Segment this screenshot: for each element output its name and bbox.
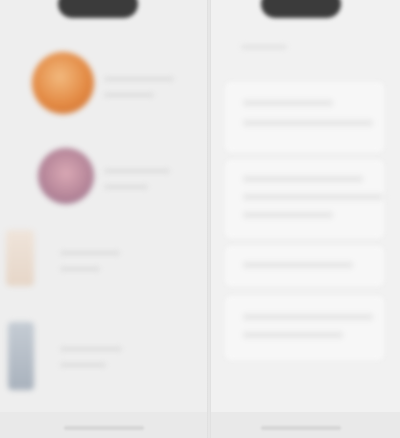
avatar — [32, 52, 94, 114]
card-line — [243, 120, 373, 126]
card[interactable] — [225, 82, 384, 152]
list-item-line — [104, 92, 154, 98]
card-line — [243, 314, 373, 320]
list-item[interactable] — [0, 222, 207, 302]
card-line — [243, 100, 333, 106]
list-item-line — [104, 76, 174, 82]
card[interactable] — [225, 246, 384, 286]
list-item[interactable] — [0, 138, 207, 218]
home-indicator[interactable] — [261, 426, 341, 430]
left-panel — [0, 0, 207, 438]
list-item[interactable] — [0, 40, 207, 130]
right-panel — [211, 0, 400, 438]
camera-notch — [58, 0, 138, 18]
card-line — [243, 332, 343, 338]
list-item-line — [104, 184, 148, 190]
card-line — [243, 194, 383, 200]
list-item-line — [60, 250, 120, 256]
list-item-line — [60, 362, 106, 368]
list-item-line — [60, 346, 122, 352]
list-item-line — [104, 168, 170, 174]
home-indicator[interactable] — [64, 426, 144, 430]
bottom-bar — [211, 412, 400, 438]
list-item[interactable] — [0, 312, 207, 402]
thumbnail — [8, 322, 34, 390]
camera-notch — [261, 0, 341, 18]
card-line — [243, 262, 353, 268]
header-line — [241, 44, 287, 50]
avatar — [38, 148, 94, 204]
thumbnail — [6, 230, 34, 286]
card[interactable] — [225, 160, 384, 238]
bottom-bar — [0, 412, 207, 438]
card[interactable] — [225, 296, 384, 360]
card-line — [243, 176, 363, 182]
list-item-line — [60, 266, 100, 272]
card-line — [243, 212, 333, 218]
